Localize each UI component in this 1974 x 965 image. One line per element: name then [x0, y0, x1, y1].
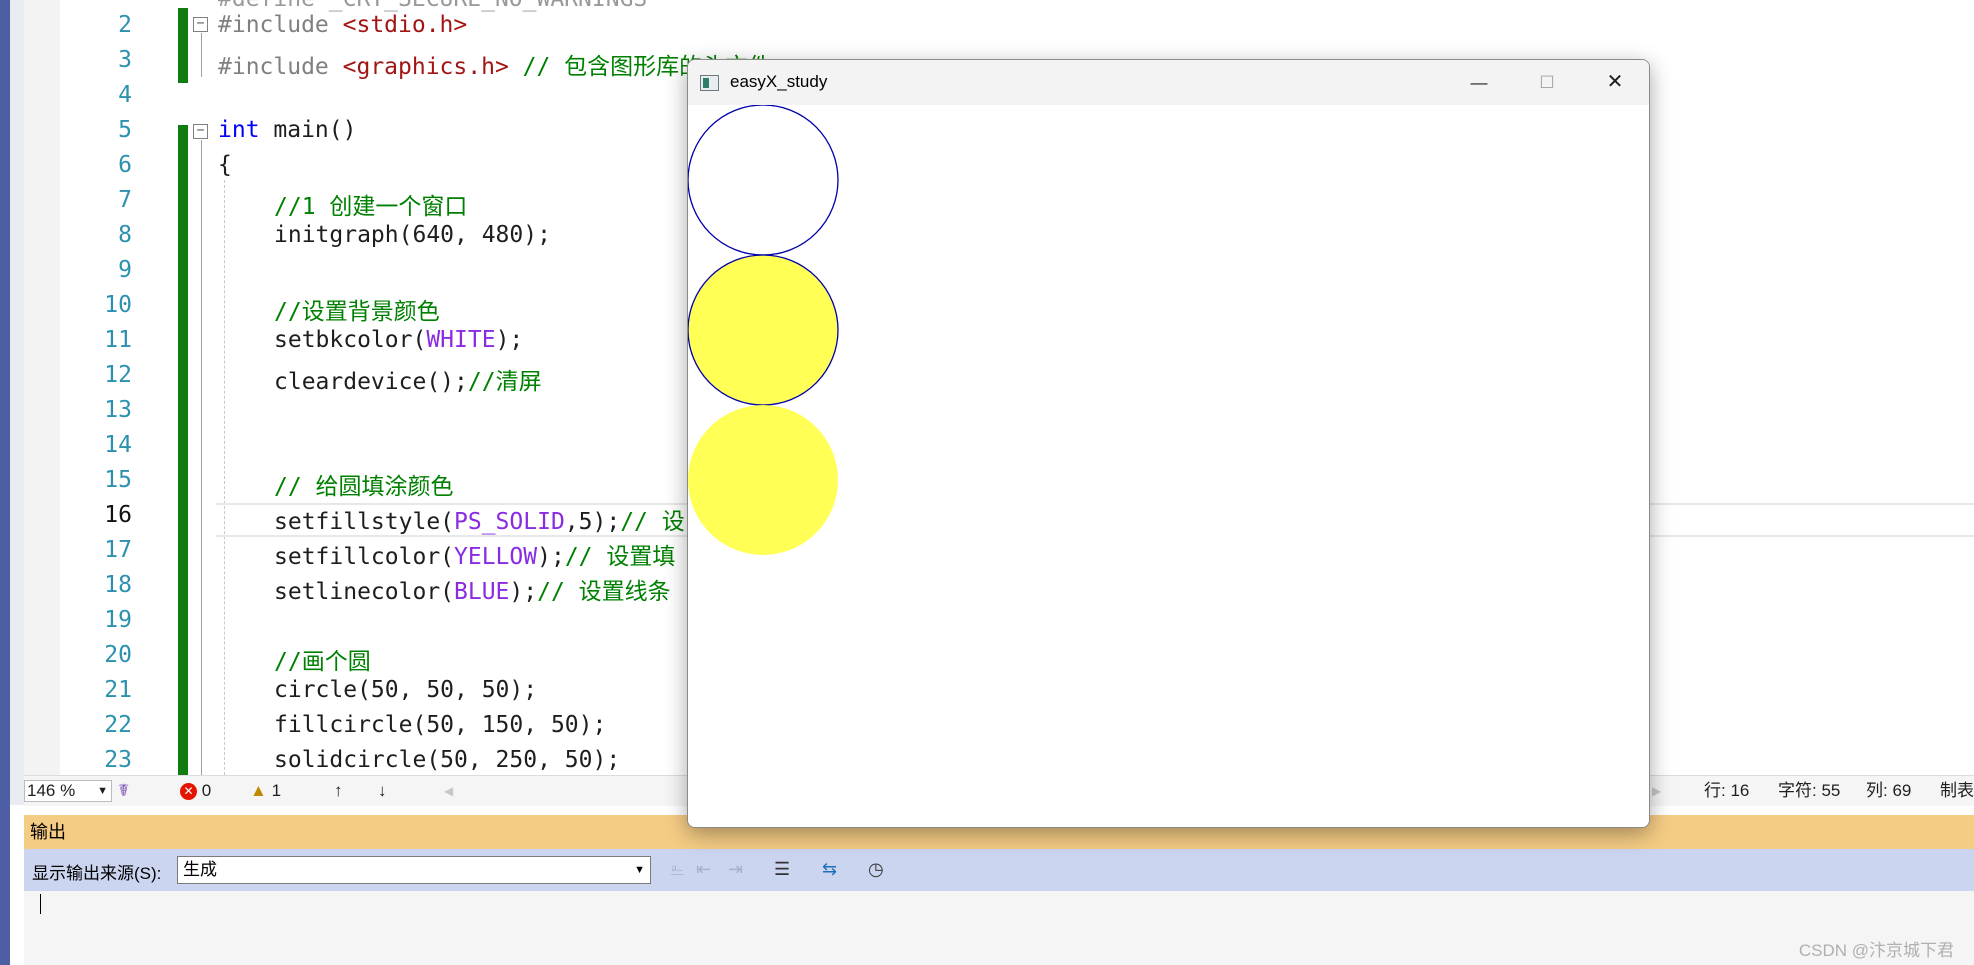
code-line-18: setlinecolor(BLUE);// 设置线条	[274, 579, 671, 605]
previous-issue-arrow-icon[interactable]: ↑	[334, 780, 343, 802]
left-edge-strip-inner	[10, 0, 24, 805]
code-line-1: #define _CRT_SECURE_NO_WARNINGS	[218, 0, 647, 12]
window-title-bar[interactable]: easyX_study — ☐ ✕	[688, 60, 1649, 105]
line-number: 9	[118, 257, 132, 283]
line-number: 4	[118, 82, 132, 108]
line-number: 19	[104, 607, 132, 633]
window-title: easyX_study	[730, 72, 828, 91]
close-button[interactable]: ✕	[1581, 60, 1649, 105]
code-line-20: //画个圆	[274, 649, 371, 675]
line-number: 15	[104, 467, 132, 493]
line-number: 23	[104, 747, 132, 773]
output-toolbar: 显示输出来源(S): 生成 ▼ ⎁ ⇤ ⇥ ☰ ⇆ ◷	[24, 849, 1974, 891]
find-message-icon[interactable]: ⎁	[670, 859, 684, 880]
tab-mode-indicator[interactable]: 制表	[1940, 780, 1974, 802]
error-icon: ✕	[180, 783, 197, 801]
solidcircle-shape	[688, 405, 838, 555]
code-line-21: circle(50, 50, 50);	[274, 677, 538, 703]
maximize-button[interactable]: ☐	[1513, 60, 1581, 105]
chevron-down-icon: ▼	[634, 864, 645, 876]
errors-indicator[interactable]: ✕ 0	[180, 780, 211, 802]
code-line-8: initgraph(640, 480);	[274, 222, 551, 248]
code-line-5: int main()	[218, 117, 357, 143]
code-line-2: #include <stdio.h>	[218, 12, 468, 38]
fillcircle-shape	[688, 254, 839, 406]
row-indicator: 行: 16	[1704, 781, 1750, 800]
line-number: 21	[104, 677, 132, 703]
code-line-6: {	[218, 152, 232, 178]
column-indicator: 列: 69	[1866, 781, 1912, 800]
line-number: 10	[104, 292, 132, 318]
code-line-12: cleardevice();//清屏	[274, 369, 542, 395]
code-line-7: //1 创建一个窗口	[274, 194, 468, 220]
output-source-label: 显示输出来源(S):	[32, 864, 162, 883]
line-number: 16	[104, 502, 132, 528]
code-line-10: //设置背景颜色	[274, 299, 440, 325]
fold-guide	[201, 140, 202, 775]
line-number: 11	[104, 327, 132, 353]
line-number: 12	[104, 362, 132, 388]
watermark: CSDN @汴京城下君	[1798, 941, 1954, 960]
code-line-11: setbkcolor(WHITE);	[274, 327, 524, 353]
line-number: 18	[104, 572, 132, 598]
drawing-surface	[688, 104, 839, 555]
char-indicator: 字符: 55	[1778, 781, 1841, 800]
line-number: 14	[104, 432, 132, 458]
line-number: 13	[104, 397, 132, 423]
collapse-main-icon[interactable]: −	[193, 124, 208, 139]
code-line-23: solidcircle(50, 250, 50);	[274, 747, 621, 773]
scroll-left-icon[interactable]: ◀	[444, 780, 453, 802]
go-to-previous-message-icon[interactable]: ⇤	[696, 859, 711, 880]
intellicode-icon[interactable]: ☤	[118, 780, 129, 802]
left-edge-strip	[0, 0, 10, 965]
graph-canvas	[688, 104, 1649, 827]
go-to-next-message-icon[interactable]: ⇥	[728, 859, 743, 880]
app-window-icon	[700, 75, 719, 91]
circle-shape	[688, 104, 839, 256]
line-number: 7	[118, 187, 132, 213]
line-number: 3	[118, 47, 132, 73]
chevron-down-icon: ▼	[97, 785, 108, 797]
clear-all-icon[interactable]: ☰	[774, 859, 790, 880]
line-number: 22	[104, 712, 132, 738]
collapse-include-icon[interactable]: −	[193, 17, 208, 32]
code-line-17: setfillcolor(YELLOW);// 设置填	[274, 544, 676, 570]
line-number: 5	[118, 117, 132, 143]
warning-icon: ▲	[250, 781, 267, 800]
line-number: 6	[118, 152, 132, 178]
line-number: 8	[118, 222, 132, 248]
code-line-22: fillcircle(50, 150, 50);	[274, 712, 607, 738]
toggle-word-wrap-icon[interactable]: ⇆	[822, 859, 837, 880]
output-source-select[interactable]: 生成 ▼	[177, 856, 651, 884]
code-line-15: // 给圆填涂颜色	[274, 474, 454, 500]
editor-gutter	[24, 0, 60, 775]
zoom-dropdown[interactable]: 146 % ▼	[24, 780, 112, 802]
text-caret	[40, 894, 41, 914]
scroll-right-icon[interactable]: ▶	[1652, 780, 1661, 802]
warnings-indicator[interactable]: ▲ 1	[250, 780, 281, 802]
next-issue-arrow-icon[interactable]: ↓	[378, 780, 387, 802]
easyx-graph-window[interactable]: easyX_study — ☐ ✕	[687, 59, 1650, 828]
code-line-16: setfillstyle(PS_SOLID,5);// 设	[274, 509, 685, 535]
line-number: 2	[118, 12, 132, 38]
line-number: 20	[104, 642, 132, 668]
line-number: 17	[104, 537, 132, 563]
minimize-button[interactable]: —	[1445, 60, 1513, 105]
output-text-area[interactable]	[24, 891, 1974, 965]
timestamp-clock-icon[interactable]: ◷	[868, 859, 884, 880]
fold-guide	[201, 33, 202, 77]
indent-guide	[224, 180, 225, 775]
change-indicator-bar	[178, 8, 188, 775]
